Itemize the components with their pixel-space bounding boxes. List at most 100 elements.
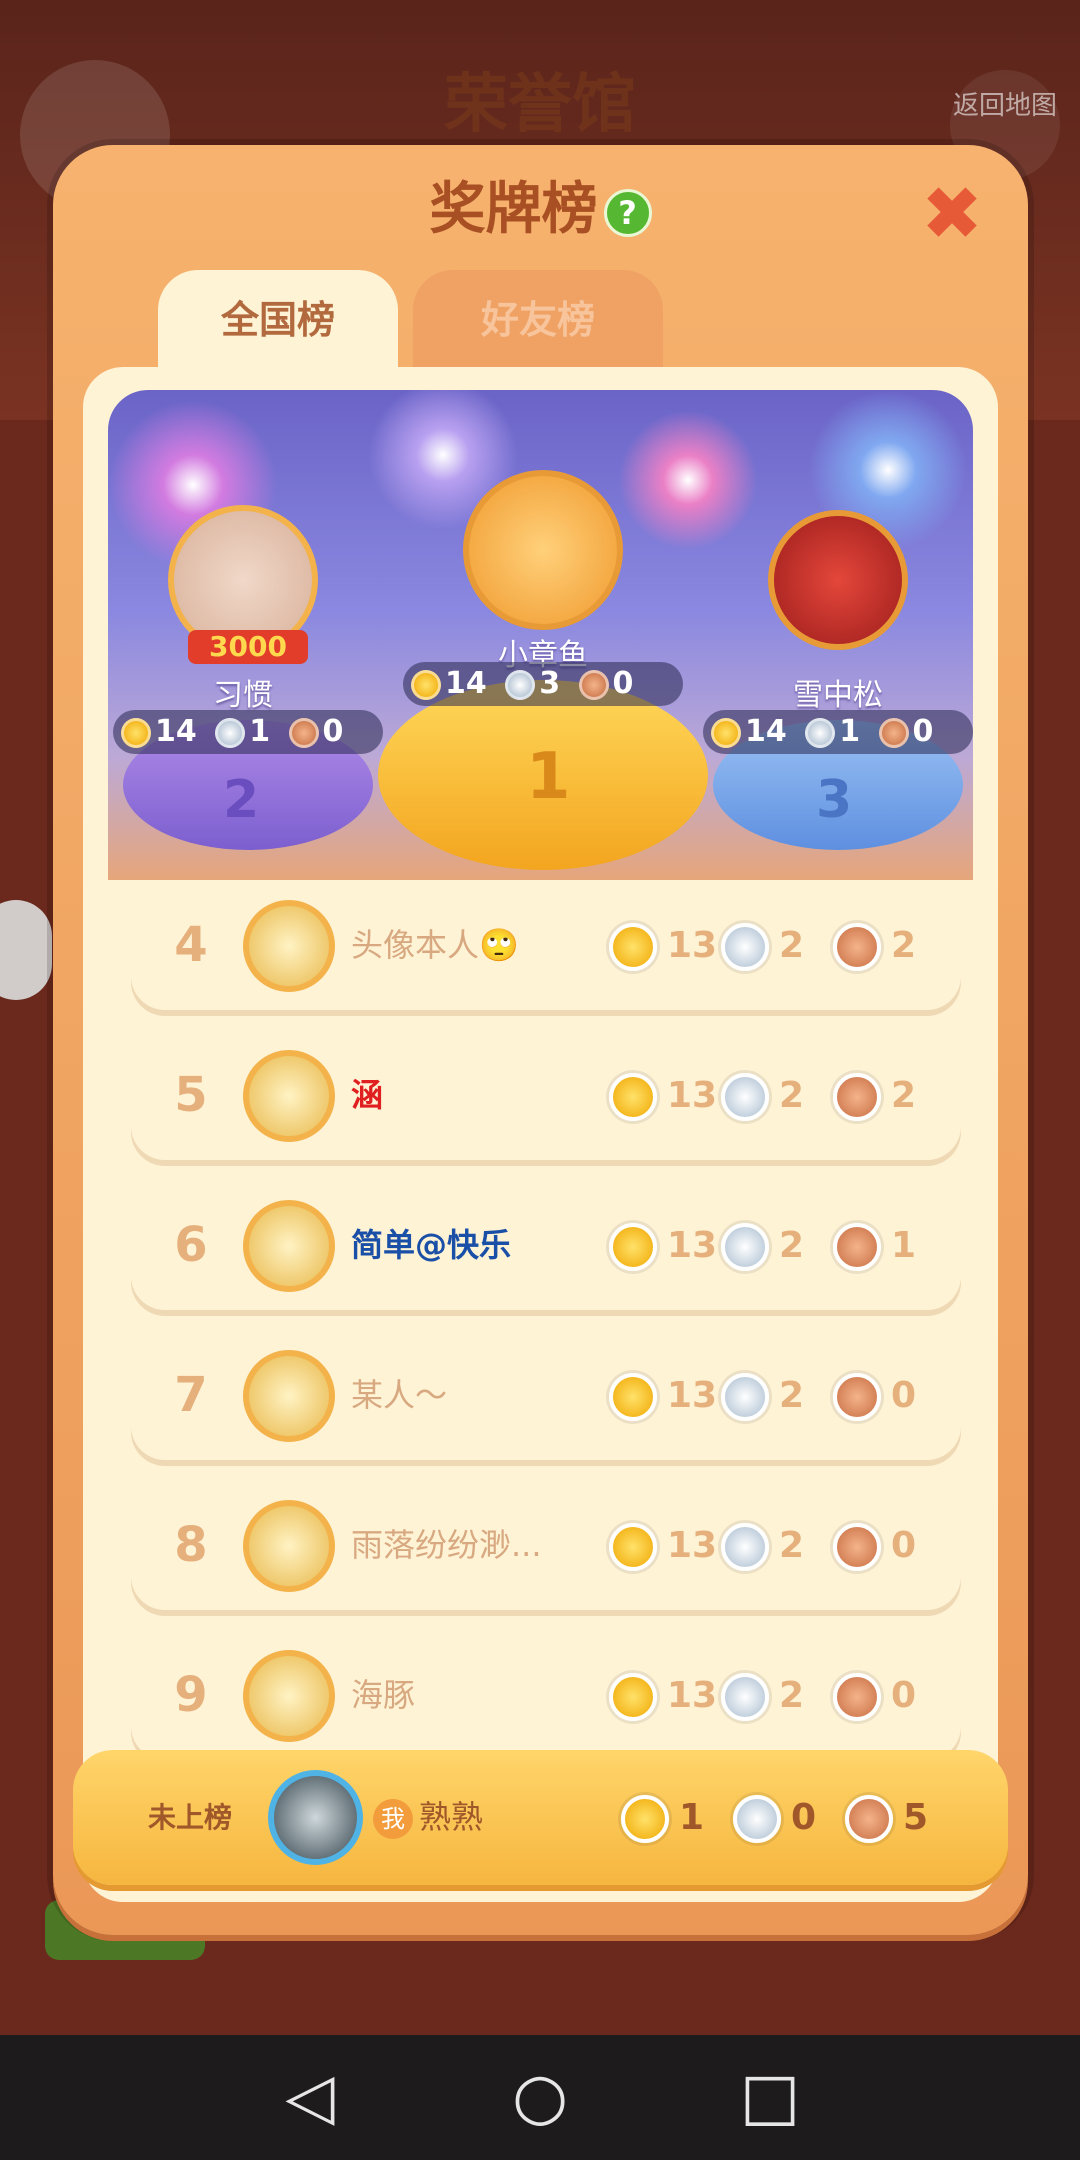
podium-avatar-1[interactable] — [463, 470, 623, 630]
ranking-row[interactable]: 5 涵 13 2 2 — [131, 1030, 961, 1160]
player-avatar[interactable] — [243, 1350, 335, 1442]
bronze-count: 0 — [891, 1675, 917, 1716]
score-badge: 3000 — [188, 630, 308, 664]
bronze-cell: 0 — [833, 1668, 916, 1724]
bronze-count: 0 — [612, 666, 634, 701]
player-name: 雨落纷纷渺... — [351, 1526, 542, 1564]
player-name: 头像本人🙄 — [351, 926, 519, 964]
silver-cell: 2 — [721, 1518, 804, 1574]
silver-count: 1 — [249, 714, 271, 749]
bronze-count: 2 — [891, 1075, 917, 1116]
player-name: 海豚 — [351, 1676, 416, 1714]
firework-decoration — [618, 410, 758, 550]
rank-number: 7 — [174, 1367, 208, 1423]
bronze-medal-icon — [288, 717, 319, 748]
tab-national[interactable]: 全国榜 — [158, 270, 398, 370]
silver-count: 1 — [839, 714, 861, 749]
silver-count: 2 — [779, 925, 805, 966]
silver-count: 2 — [779, 1675, 805, 1716]
my-gold: 1 — [621, 1790, 704, 1846]
medal-leaderboard-modal: 奖牌榜? ✖ 全国榜 好友榜 2 1 3 3000 习惯 14 1 0 小章鱼 … — [53, 145, 1028, 1935]
system-navigation-bar: ◁ ○ □ — [0, 2035, 1080, 2160]
modal-title-text: 奖牌榜 — [429, 177, 598, 242]
gold-medal-icon — [609, 923, 657, 971]
gold-medal-icon — [609, 1223, 657, 1271]
podium-area: 2 1 3 3000 习惯 14 1 0 小章鱼 14 3 0 雪中松 14 1… — [108, 390, 973, 880]
gold-cell: 13 — [609, 1518, 717, 1574]
silver-cell: 2 — [721, 1068, 804, 1124]
close-button[interactable]: ✖ — [919, 177, 985, 251]
tab-friends[interactable]: 好友榜 — [413, 270, 663, 370]
ranking-row[interactable]: 4 头像本人🙄 13 2 2 — [131, 880, 961, 1010]
rank-number: 4 — [174, 917, 208, 973]
player-name: 简单@快乐 — [351, 1226, 512, 1264]
home-icon[interactable]: ○ — [500, 2057, 580, 2137]
silver-cell: 2 — [721, 1668, 804, 1724]
gold-cell: 13 — [609, 1068, 717, 1124]
gold-count: 1 — [679, 1797, 705, 1838]
podium-stats-1: 14 3 0 — [403, 662, 683, 706]
bronze-medal-icon — [833, 923, 881, 971]
bronze-count: 2 — [891, 925, 917, 966]
silver-medal-icon — [505, 669, 536, 700]
bronze-medal-icon — [878, 717, 909, 748]
my-name: 熟熟 — [419, 1798, 484, 1836]
rank-number: 9 — [174, 1667, 208, 1723]
gold-medal-icon — [609, 1523, 657, 1571]
player-name: 涵 — [351, 1076, 384, 1114]
gold-count: 14 — [155, 714, 197, 749]
gold-cell: 13 — [609, 1668, 717, 1724]
gold-medal-icon — [121, 717, 151, 748]
player-avatar[interactable] — [243, 1050, 335, 1142]
player-avatar[interactable] — [243, 1650, 335, 1742]
player-avatar[interactable] — [243, 1200, 335, 1292]
silver-medal-icon — [721, 1673, 769, 1721]
rank-number: 5 — [174, 1067, 208, 1123]
player-avatar[interactable] — [243, 1500, 335, 1592]
ranking-row[interactable]: 8 雨落纷纷渺... 13 2 0 — [131, 1480, 961, 1610]
my-avatar[interactable] — [268, 1770, 363, 1865]
platform-1-number: 1 — [526, 740, 571, 814]
ranking-row[interactable]: 9 海豚 13 2 0 — [131, 1630, 961, 1760]
bronze-medal-icon — [833, 1523, 881, 1571]
ranking-row[interactable]: 6 简单@快乐 13 2 1 — [131, 1180, 961, 1310]
bronze-cell: 1 — [833, 1218, 916, 1274]
bronze-count: 0 — [891, 1525, 917, 1566]
rank-number: 6 — [174, 1217, 208, 1273]
bronze-count: 0 — [912, 714, 934, 749]
bronze-cell: 0 — [833, 1518, 916, 1574]
silver-cell: 2 — [721, 1218, 804, 1274]
my-silver: 0 — [733, 1790, 816, 1846]
gold-medal-icon — [609, 1373, 657, 1421]
gold-count: 14 — [745, 714, 787, 749]
gold-count: 14 — [445, 666, 487, 701]
silver-cell: 2 — [721, 918, 804, 974]
gold-count: 13 — [667, 1225, 718, 1266]
bronze-medal-icon — [578, 669, 609, 700]
bronze-medal-icon — [833, 1223, 881, 1271]
player-name: 某人～ — [351, 1376, 448, 1414]
silver-count: 2 — [779, 1225, 805, 1266]
background-title: 荣誉馆 — [444, 68, 636, 142]
podium-name-2: 习惯 — [213, 678, 273, 713]
silver-medal-icon — [733, 1795, 781, 1843]
bronze-medal-icon — [833, 1073, 881, 1121]
gold-medal-icon — [411, 669, 441, 700]
platform-2-number: 2 — [223, 770, 260, 830]
modal-title: 奖牌榜? — [53, 175, 1028, 245]
player-avatar[interactable] — [243, 900, 335, 992]
silver-count: 2 — [779, 1525, 805, 1566]
help-icon[interactable]: ? — [603, 188, 652, 237]
gold-count: 13 — [667, 925, 718, 966]
recent-apps-icon[interactable]: □ — [730, 2057, 810, 2137]
back-icon[interactable]: ◁ — [270, 2057, 350, 2137]
gold-count: 13 — [667, 1525, 718, 1566]
bronze-medal-icon — [845, 1795, 893, 1843]
bronze-count: 1 — [891, 1225, 917, 1266]
my-ranking-row[interactable]: 未上榜 我熟熟 1 0 5 — [73, 1750, 1008, 1885]
podium-avatar-3[interactable] — [768, 510, 908, 650]
ranking-row[interactable]: 7 某人～ 13 2 0 — [131, 1330, 961, 1460]
my-rank-status: 未上榜 — [148, 1801, 233, 1834]
platform-3-number: 3 — [816, 770, 853, 830]
side-tab-icon[interactable] — [0, 900, 52, 1000]
